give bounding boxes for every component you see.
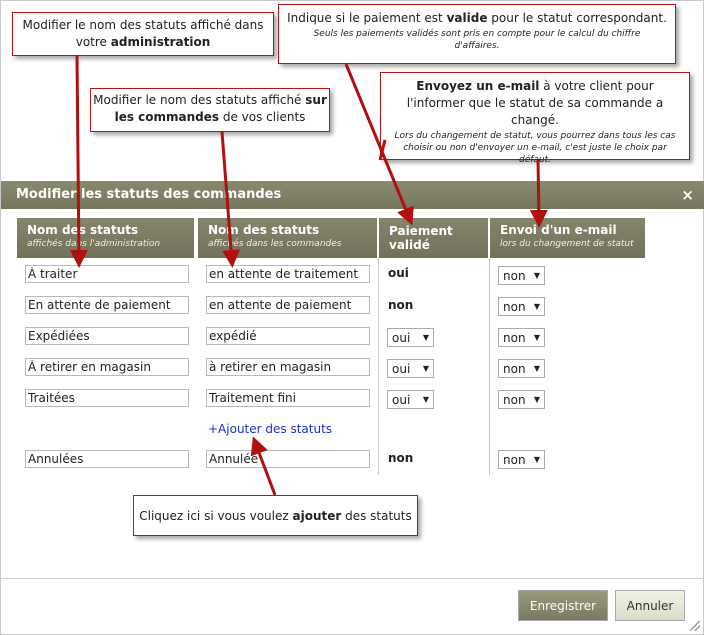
email-select[interactable]: non ▼: [498, 390, 545, 409]
column-header-order-name: Nom des statuts affichés dans les comman…: [198, 218, 377, 258]
dropdown-arrow-icon: ▼: [533, 395, 540, 404]
save-button[interactable]: Enregistrer: [518, 590, 608, 621]
email-select[interactable]: non ▼: [498, 297, 545, 316]
order-name-input[interactable]: [206, 450, 370, 468]
dialog-title: Modifier les statuts des commandes: [16, 187, 282, 202]
add-status-link[interactable]: +Ajouter des statuts: [208, 422, 332, 436]
dropdown-arrow-icon: ▼: [533, 302, 540, 311]
order-name-input[interactable]: [206, 358, 370, 376]
admin-name-input[interactable]: [25, 389, 189, 407]
dropdown-arrow-icon: ▼: [422, 333, 429, 342]
dropdown-arrow-icon: ▼: [533, 364, 540, 373]
payment-select[interactable]: oui ▼: [387, 328, 434, 347]
footer-divider: [1, 578, 704, 579]
payment-value: oui: [388, 266, 409, 280]
order-name-input[interactable]: [206, 296, 370, 314]
payment-select[interactable]: oui ▼: [387, 390, 434, 409]
order-name-input[interactable]: [206, 389, 370, 407]
dropdown-arrow-icon: ▼: [533, 455, 540, 464]
dropdown-arrow-icon: ▼: [533, 271, 540, 280]
admin-name-input[interactable]: [25, 358, 189, 376]
close-icon[interactable]: ×: [681, 186, 694, 204]
callout-admin-name: Modifier le nom des statuts affiché dans…: [12, 12, 274, 56]
cancel-button[interactable]: Annuler: [615, 590, 685, 621]
dropdown-arrow-icon: ▼: [422, 395, 429, 404]
order-name-input[interactable]: [206, 327, 370, 345]
email-select[interactable]: non ▼: [498, 328, 545, 347]
email-select[interactable]: non ▼: [498, 450, 545, 469]
resize-grip-icon[interactable]: [690, 621, 700, 631]
dropdown-arrow-icon: ▼: [533, 333, 540, 342]
callout-add: Cliquez ici si vous voulez ajouter des s…: [133, 495, 418, 536]
column-header-email: Envoi d'un e-mail lors du changement de …: [490, 218, 645, 258]
email-select[interactable]: non ▼: [498, 359, 545, 378]
admin-name-input[interactable]: [25, 327, 189, 345]
callout-email: Envoyez un e-mail à votre client pour l'…: [380, 72, 690, 165]
dialog-titlebar: Modifier les statuts des commandes ×: [1, 181, 704, 209]
admin-name-input[interactable]: [25, 296, 189, 314]
payment-value: non: [388, 451, 414, 465]
column-header-payment: Paiement validé: [379, 218, 488, 258]
callout-payment: Indique si le paiement est valide pour l…: [278, 4, 676, 64]
email-select[interactable]: non ▼: [498, 266, 545, 285]
column-divider: [378, 258, 379, 475]
column-header-admin-name: Nom des statuts affichés dans l'administ…: [17, 218, 194, 258]
admin-name-input[interactable]: [25, 265, 189, 283]
payment-select[interactable]: oui ▼: [387, 359, 434, 378]
payment-value: non: [388, 298, 414, 312]
admin-name-input[interactable]: [25, 450, 189, 468]
order-name-input[interactable]: [206, 265, 370, 283]
dropdown-arrow-icon: ▼: [422, 364, 429, 373]
column-divider: [489, 258, 490, 475]
callout-order-name: Modifier le nom des statuts affiché sur …: [90, 88, 330, 132]
